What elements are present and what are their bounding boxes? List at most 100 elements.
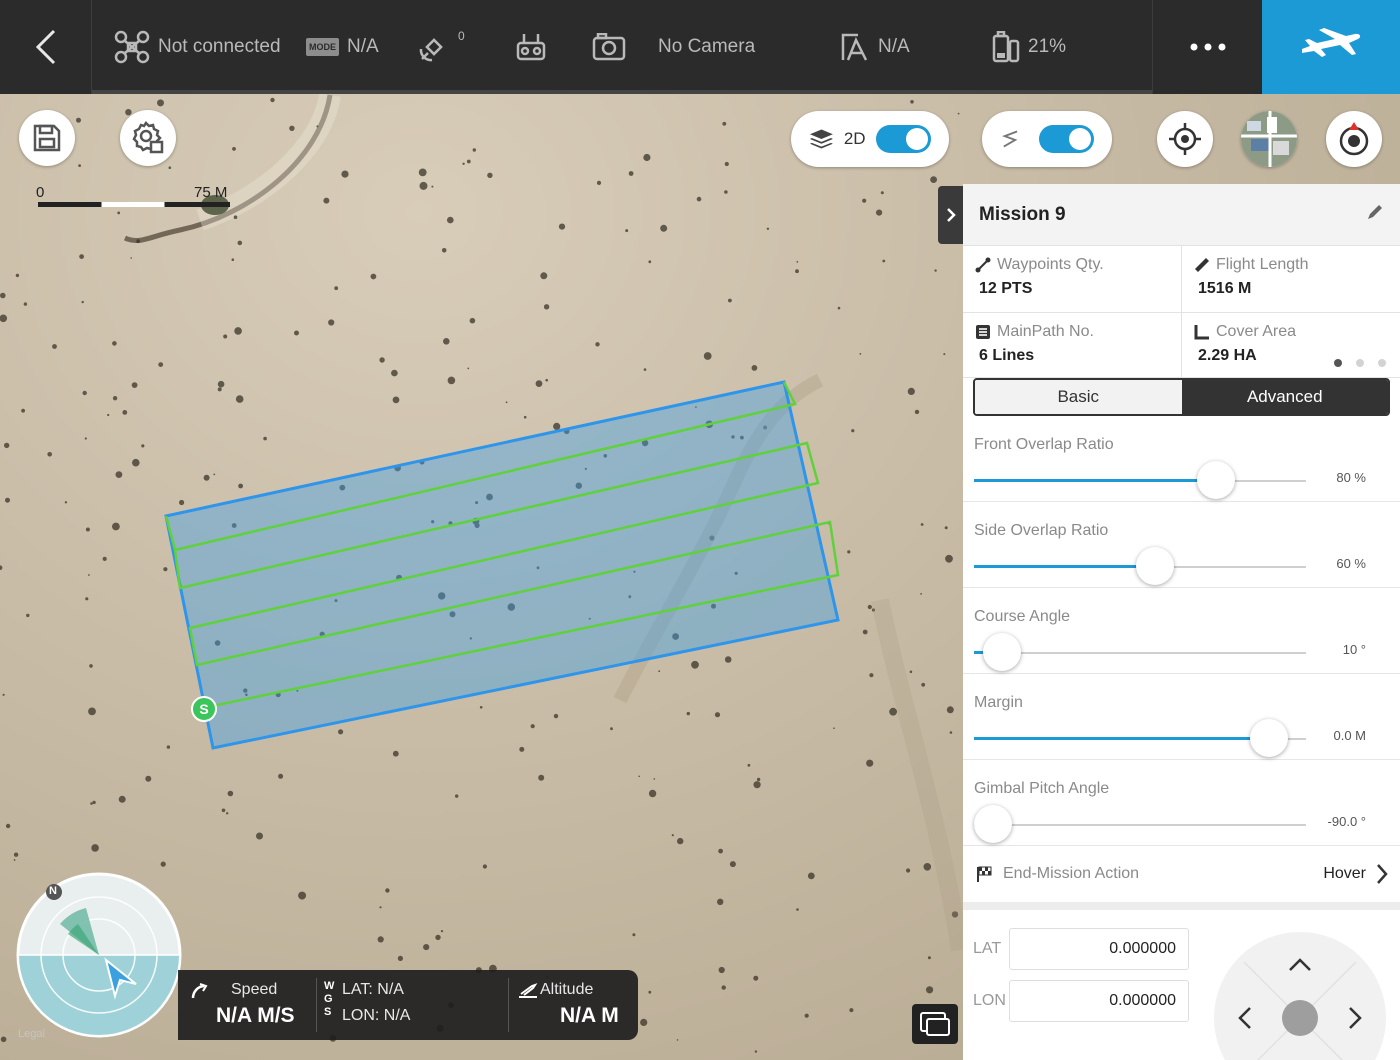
position-readout: W G S LAT: N/A LON: N/A xyxy=(322,970,510,1040)
speed-value: N/A M/S xyxy=(216,1004,295,1027)
area-icon xyxy=(1194,325,1209,340)
slider-fill xyxy=(974,479,1216,482)
slider-knob[interactable] xyxy=(983,633,1021,671)
slider-knob[interactable] xyxy=(974,805,1012,843)
picture-in-picture-button[interactable] xyxy=(912,1004,958,1044)
connection-status[interactable]: Not connected xyxy=(114,0,281,94)
slider-knob[interactable] xyxy=(1250,719,1288,757)
page-indicator[interactable] xyxy=(1334,359,1386,367)
top-status-bar: Not connected MODE N/A 0 No Camera N/A 2… xyxy=(0,0,1400,94)
slider-value: 10 ° xyxy=(1342,642,1366,657)
scale-end: 75 M xyxy=(194,184,228,201)
arrow-up-icon[interactable] xyxy=(1288,958,1312,972)
lon-field-row: LON 0.000000 xyxy=(973,980,1189,1022)
end-mission-action-row[interactable]: End-Mission Action Hover xyxy=(963,846,1400,910)
slider-track[interactable] xyxy=(974,633,1306,671)
camera-status: No Camera xyxy=(592,0,755,94)
map-2d-toggle[interactable]: 2D xyxy=(791,111,949,167)
altitude-readout: Altitude N/A M xyxy=(514,970,638,1040)
slider-track[interactable] xyxy=(974,805,1306,843)
waypoint-nudge-pad[interactable] xyxy=(1214,932,1386,1060)
slider-fill xyxy=(974,565,1155,568)
radar-graphic xyxy=(16,872,182,1038)
start-marker[interactable]: S xyxy=(191,696,217,722)
route-toggle-switch[interactable] xyxy=(1038,125,1094,153)
stat-label: MainPath No. xyxy=(997,323,1094,340)
slider-track[interactable] xyxy=(974,719,1306,757)
arrow-left-icon[interactable] xyxy=(1238,1006,1252,1030)
slider-list: Front Overlap Ratio 80 % Side Overlap Rati… xyxy=(963,416,1400,846)
slider-row: Front Overlap Ratio 80 % xyxy=(963,416,1400,502)
wgs-label: W G S xyxy=(324,980,334,1019)
pencil-icon xyxy=(1368,205,1382,219)
slider-label: Margin xyxy=(974,694,1023,711)
lines-icon xyxy=(976,325,990,339)
wgs-letter-s: S xyxy=(324,1006,332,1018)
save-icon xyxy=(33,124,61,152)
speed-icon xyxy=(191,983,208,999)
slider-row: Gimbal Pitch Angle -90.0 ° xyxy=(963,760,1400,846)
slider-knob[interactable] xyxy=(1197,461,1235,499)
direction-pad xyxy=(1243,961,1357,1060)
lat-label: LAT xyxy=(973,940,1002,957)
lat-input[interactable]: 0.000000 xyxy=(1009,928,1189,970)
altitude-icon xyxy=(519,983,538,998)
slider-label: Gimbal Pitch Angle xyxy=(974,780,1110,797)
collapse-panel-button[interactable] xyxy=(938,186,964,244)
mission-settings-button[interactable] xyxy=(120,110,176,166)
status-strip: Not connected MODE N/A 0 No Camera N/A 2… xyxy=(92,0,1152,94)
battery-value: 21% xyxy=(1028,36,1067,57)
compass-north-label: N xyxy=(49,885,57,897)
mode-value: N/A xyxy=(347,36,379,57)
slider-row: Side Overlap Ratio 60 % xyxy=(963,502,1400,588)
map-thumbnail-icon xyxy=(1241,111,1297,167)
stat-value: 12 PTS xyxy=(979,280,1033,297)
map-scale: 0 75 M xyxy=(34,184,234,214)
route-display-toggle[interactable] xyxy=(982,111,1112,167)
tab-advanced[interactable]: Advanced xyxy=(1181,380,1388,414)
home-point-button[interactable] xyxy=(1326,111,1382,167)
remote-controller-icon xyxy=(516,34,546,61)
locate-button[interactable] xyxy=(1157,111,1213,167)
compass-radar: N xyxy=(16,872,182,1038)
edit-title-button[interactable] xyxy=(1366,203,1384,226)
slider-track[interactable] xyxy=(974,547,1306,585)
save-button[interactable] xyxy=(19,110,75,166)
stat-value: 6 Lines xyxy=(979,347,1035,364)
legal-link[interactable]: Legal xyxy=(18,1028,45,1040)
stat-flight-length: Flight Length 1516 M xyxy=(1182,246,1400,312)
altitude-label: Altitude xyxy=(540,981,594,998)
slider-label: Front Overlap Ratio xyxy=(974,436,1114,453)
slider-knob[interactable] xyxy=(1136,547,1174,585)
more-button[interactable] xyxy=(1152,0,1262,94)
stat-mainpath: MainPath No. 6 Lines xyxy=(963,313,1181,379)
back-button[interactable] xyxy=(0,0,92,94)
slider-value: -90.0 ° xyxy=(1327,814,1366,829)
screen-switch-icon xyxy=(920,1012,950,1036)
camera-icon xyxy=(592,33,626,61)
tab-basic[interactable]: Basic xyxy=(975,380,1182,414)
camera-label: No Camera xyxy=(658,36,756,57)
start-mission-button[interactable] xyxy=(1262,0,1400,94)
slider-track[interactable] xyxy=(974,461,1306,499)
layers-icon xyxy=(809,129,833,149)
telemetry-divider xyxy=(508,978,509,1032)
end-action-label: End-Mission Action xyxy=(1003,865,1140,882)
drone-icon xyxy=(114,30,150,64)
stat-cover-area: Cover Area 2.29 HA xyxy=(1182,313,1400,379)
arrow-right-icon[interactable] xyxy=(1348,1006,1362,1030)
start-marker-label: S xyxy=(199,701,209,717)
survey-area xyxy=(164,380,840,750)
speed-readout: Speed N/A M/S xyxy=(178,970,316,1040)
lon-input[interactable]: 0.000000 xyxy=(1009,980,1189,1022)
satellite-count: 0 xyxy=(458,29,465,43)
toggle-2d-switch[interactable] xyxy=(875,125,931,153)
home-point-icon xyxy=(1339,122,1369,156)
satellite-icon xyxy=(419,38,443,62)
ruler-icon xyxy=(1195,258,1209,272)
flight-mode-icon xyxy=(841,33,868,61)
battery-status: 21% xyxy=(992,0,1066,94)
chevron-right-icon xyxy=(947,208,956,222)
altitude-value: N/A M xyxy=(560,1004,619,1027)
map-style-button[interactable] xyxy=(1241,111,1297,167)
